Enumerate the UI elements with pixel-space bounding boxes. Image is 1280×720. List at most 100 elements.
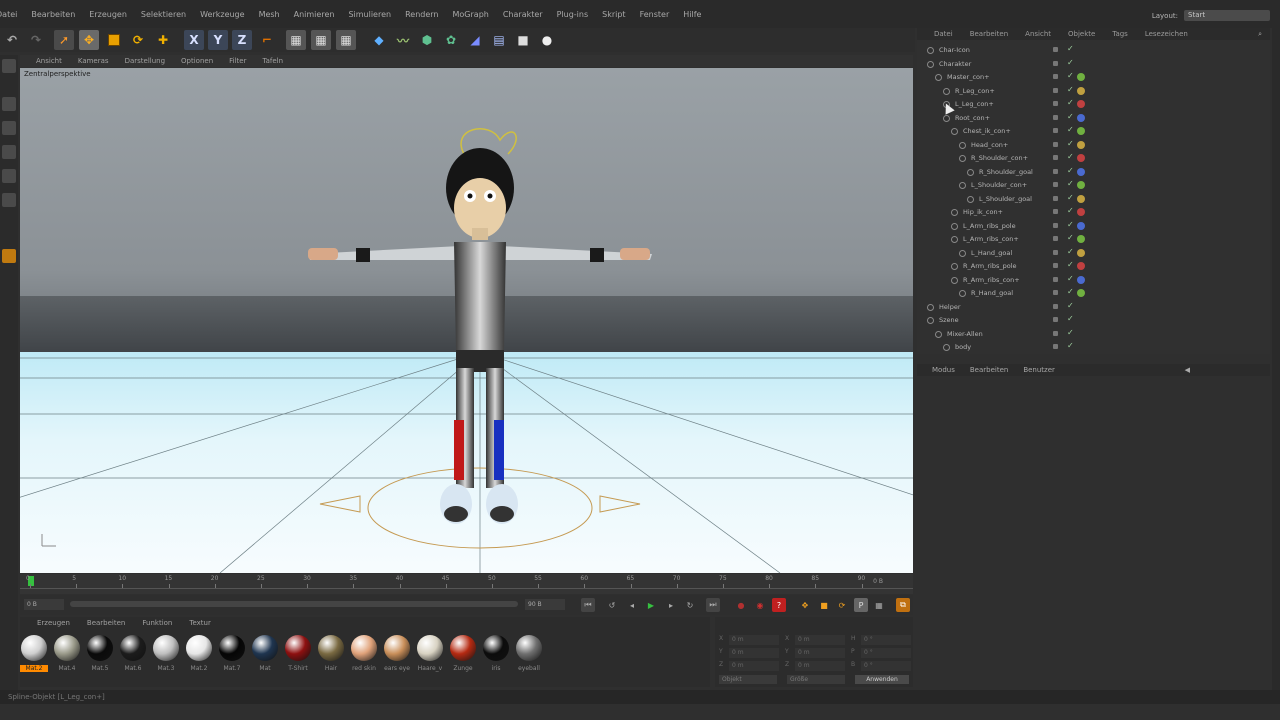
- camera-icon[interactable]: ■: [513, 30, 533, 50]
- next-key-icon[interactable]: ↻: [683, 598, 697, 612]
- layout-dropdown[interactable]: Start: [1184, 10, 1270, 21]
- viewport-menu-optionen[interactable]: Optionen: [181, 57, 213, 65]
- material-swatch[interactable]: Mat.3: [152, 635, 180, 672]
- coord-value-field[interactable]: 0 m: [729, 661, 779, 671]
- coord-value-field[interactable]: 0 m: [795, 648, 845, 658]
- enabled-check-icon[interactable]: ✓: [1067, 85, 1074, 94]
- enabled-check-icon[interactable]: ✓: [1067, 44, 1074, 53]
- material-swatch[interactable]: Mat.2: [20, 635, 48, 672]
- material-swatch[interactable]: Haare_v: [416, 635, 444, 672]
- menu-animieren[interactable]: Animieren: [294, 10, 335, 19]
- viewport-menu-ansicht[interactable]: Ansicht: [36, 57, 62, 65]
- undo-icon[interactable]: ↶: [2, 30, 22, 50]
- viewport-menu-tafeln[interactable]: Tafeln: [262, 57, 283, 65]
- menu-datei[interactable]: Datei: [0, 10, 17, 19]
- array-icon[interactable]: ✿: [441, 30, 461, 50]
- enabled-check-icon[interactable]: ✓: [1067, 139, 1074, 148]
- enabled-check-icon[interactable]: ✓: [1067, 112, 1074, 121]
- coord-value-field[interactable]: 0 m: [795, 661, 845, 671]
- key-rotation-icon[interactable]: ⟳: [835, 598, 849, 612]
- object-tag-icon[interactable]: [1077, 275, 1085, 284]
- visibility-dot-icon[interactable]: [1053, 263, 1058, 268]
- menu-charakter[interactable]: Charakter: [503, 10, 543, 19]
- render-view-icon[interactable]: ▦: [286, 30, 306, 50]
- menu-mesh[interactable]: Mesh: [259, 10, 280, 19]
- visibility-dot-icon[interactable]: [1053, 236, 1058, 241]
- mat-menu-textur[interactable]: Textur: [189, 619, 210, 627]
- step-back-icon[interactable]: ◂: [625, 598, 639, 612]
- nurbs-icon[interactable]: ⬢: [417, 30, 437, 50]
- key-pla-icon[interactable]: ▦: [872, 598, 886, 612]
- coord-size-select[interactable]: Größe: [787, 675, 845, 684]
- obj-search-icon[interactable]: ⌕: [1258, 30, 1262, 39]
- enabled-check-icon[interactable]: ✓: [1067, 193, 1074, 202]
- visibility-dot-icon[interactable]: [1053, 114, 1058, 120]
- points-mode-icon[interactable]: [2, 145, 16, 159]
- object-tag-icon[interactable]: [1077, 289, 1085, 297]
- visibility-dot-icon[interactable]: [1053, 101, 1058, 106]
- menu-bearbeiten[interactable]: Bearbeiten: [31, 10, 75, 19]
- key-scale-icon[interactable]: ■: [817, 598, 831, 612]
- coord-value-field[interactable]: 0 °: [861, 648, 911, 658]
- apply-button[interactable]: Anwenden: [855, 675, 909, 684]
- object-tag-icon[interactable]: [1077, 262, 1085, 270]
- menu-hilfe[interactable]: Hilfe: [683, 10, 701, 19]
- move-tool-icon[interactable]: ✥: [79, 30, 99, 50]
- attr-menu-benutzer[interactable]: Benutzer: [1023, 366, 1055, 374]
- y-axis-lock-icon[interactable]: Y: [208, 30, 228, 50]
- rotate-tool-icon[interactable]: ⟳: [128, 30, 148, 50]
- visibility-dot-icon[interactable]: [1053, 141, 1058, 147]
- 3d-viewport[interactable]: Zentralperspektive: [20, 68, 913, 573]
- enabled-check-icon[interactable]: ✓: [1067, 179, 1074, 188]
- menu-selektieren[interactable]: Selektieren: [141, 10, 186, 19]
- visibility-dot-icon[interactable]: [1053, 182, 1058, 187]
- menu-fenster[interactable]: Fenster: [640, 10, 670, 19]
- menu-skript[interactable]: Skript: [602, 10, 625, 19]
- enabled-check-icon[interactable]: ✓: [1067, 206, 1074, 215]
- scale-tool-icon[interactable]: [104, 30, 124, 50]
- object-tree-row[interactable]: L_Shoulder_con+ ✓: [917, 179, 1270, 192]
- visibility-dot-icon[interactable]: [1053, 317, 1058, 322]
- viewport-menu-darstellung[interactable]: Darstellung: [125, 57, 165, 65]
- visibility-dot-icon[interactable]: [1053, 47, 1058, 52]
- viewport-menu-kameras[interactable]: Kameras: [78, 57, 109, 65]
- enabled-check-icon[interactable]: ✓: [1067, 98, 1074, 107]
- mat-menu-erzeugen[interactable]: Erzeugen: [37, 619, 70, 627]
- object-tree-row[interactable]: R_Arm_ribs_con+ ✓: [917, 274, 1270, 287]
- visibility-dot-icon[interactable]: [1053, 222, 1058, 228]
- material-swatch[interactable]: eyeball: [515, 635, 543, 672]
- visibility-dot-icon[interactable]: [1053, 249, 1058, 255]
- coord-value-field[interactable]: 0 m: [795, 635, 845, 645]
- object-tag-icon[interactable]: [1077, 127, 1085, 135]
- visibility-dot-icon[interactable]: [1053, 74, 1058, 79]
- material-swatch[interactable]: Mat.2: [185, 635, 213, 672]
- object-tree-row[interactable]: Chest_ik_con+ ✓: [917, 125, 1270, 138]
- object-tree-row[interactable]: L_Arm_ribs_pole ✓: [917, 220, 1270, 233]
- coord-system-icon[interactable]: ⌐: [257, 30, 277, 50]
- object-tree-row[interactable]: R_Shoulder_con+ ✓: [917, 152, 1270, 165]
- material-swatch[interactable]: Mat.6: [119, 635, 147, 672]
- attr-menu-modus[interactable]: Modus: [932, 366, 955, 374]
- visibility-dot-icon[interactable]: [1053, 60, 1058, 66]
- object-tree-row[interactable]: Head_con+ ✓: [917, 139, 1270, 152]
- enabled-check-icon[interactable]: ✓: [1067, 301, 1074, 310]
- material-swatch[interactable]: Mat.7: [218, 635, 246, 672]
- object-tag-icon[interactable]: [1077, 181, 1085, 189]
- material-swatch[interactable]: iris: [482, 635, 510, 672]
- x-axis-lock-icon[interactable]: X: [184, 30, 204, 50]
- coord-mode-select[interactable]: Objekt: [719, 675, 777, 684]
- play-icon[interactable]: ▶: [644, 598, 658, 612]
- object-tree-row[interactable]: R_Arm_ribs_pole ✓: [917, 260, 1270, 273]
- polygons-mode-icon[interactable]: [2, 193, 16, 207]
- enabled-check-icon[interactable]: ✓: [1067, 166, 1074, 175]
- enabled-check-icon[interactable]: ✓: [1067, 328, 1074, 337]
- enabled-check-icon[interactable]: ✓: [1067, 152, 1074, 161]
- right-scrollbar[interactable]: [1272, 28, 1280, 690]
- snap-magnet-icon[interactable]: [2, 249, 16, 263]
- material-swatch[interactable]: Hair: [317, 635, 345, 672]
- object-tag-icon[interactable]: [1077, 73, 1085, 81]
- end-frame-field[interactable]: 90 B: [525, 599, 565, 610]
- object-tag-icon[interactable]: [1077, 100, 1085, 108]
- visibility-dot-icon[interactable]: [1053, 344, 1058, 349]
- menu-simulieren[interactable]: Simulieren: [348, 10, 391, 19]
